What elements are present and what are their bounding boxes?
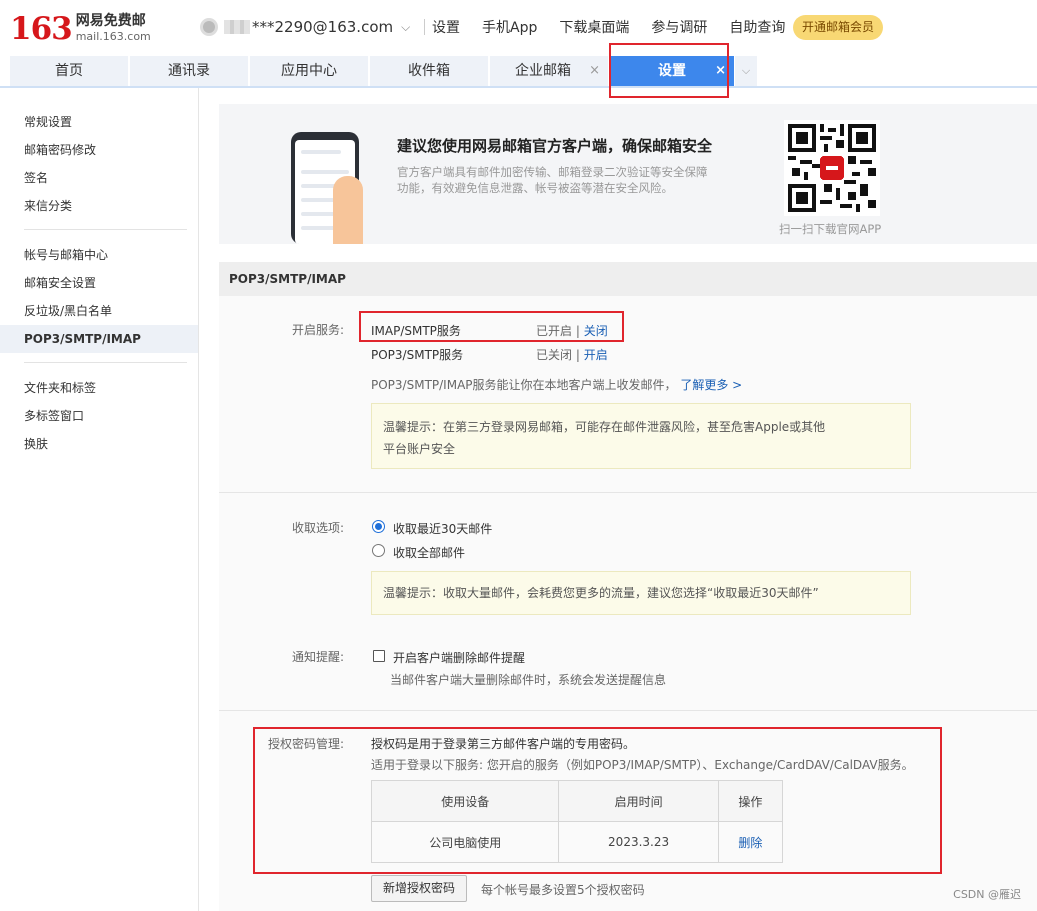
pop3-status: 已关闭 | 开启 xyxy=(536,348,608,362)
nav-mobile-app[interactable]: 手机App xyxy=(482,17,537,37)
logo-title: 网易免费邮 xyxy=(75,13,146,29)
traffic-tip: 温馨提示：收取大量邮件，会耗费您更多的流量，建议您选择“收取最近30天邮件” xyxy=(371,571,911,615)
sidebar-item-password[interactable]: 邮箱密码修改 xyxy=(0,136,198,164)
service-info: POP3/SMTP/IMAP服务能让你在本地客户端上收发邮件， 了解更多 > xyxy=(371,378,743,392)
section-title: POP3/SMTP/IMAP xyxy=(219,262,1037,296)
service-label: 开启服务: xyxy=(291,323,344,337)
auth-limit-note: 每个帐号最多设置5个授权密码 xyxy=(481,883,645,897)
masked-name xyxy=(224,20,250,34)
add-auth-password-button[interactable]: 新增授权密码 xyxy=(371,875,467,902)
pop3-open-link[interactable]: 开启 xyxy=(584,348,608,362)
top-nav: 设置 手机App 下载桌面端 参与调研 自助查询 xyxy=(432,17,807,37)
banner-description: 官方客户端具有邮件加密传输、邮箱登录二次验证等安全保障功能，有效避免信息泄露、帐… xyxy=(397,165,708,195)
highlight-box xyxy=(359,311,624,342)
qr-caption: 扫一扫下载官网APP xyxy=(779,222,882,236)
sidebar-item-account-center[interactable]: 帐号与邮箱中心 xyxy=(0,241,198,269)
nav-download-desktop[interactable]: 下载桌面端 xyxy=(559,17,629,37)
client-banner: 建议您使用网易邮箱官方客户端，确保邮箱安全 官方客户端具有邮件加密传输、邮箱登录… xyxy=(219,104,1037,244)
sidebar: 常规设置 邮箱密码修改 签名 来信分类 帐号与邮箱中心 邮箱安全设置 反垃圾/黑… xyxy=(0,88,199,911)
radio-recent-30[interactable] xyxy=(372,520,385,533)
sidebar-item-antispam[interactable]: 反垃圾/黑白名单 xyxy=(0,297,198,325)
fetch-option-recent[interactable]: 收取最近30天邮件 xyxy=(393,520,492,537)
tab-contacts[interactable]: 通讯录 xyxy=(130,56,249,86)
close-icon[interactable]: × xyxy=(589,56,600,86)
delete-notify-checkbox[interactable] xyxy=(373,650,385,662)
chevron-down-icon[interactable]: ⌵ xyxy=(735,56,757,86)
tab-apps[interactable]: 应用中心 xyxy=(250,56,369,86)
nav-self-service[interactable]: 自助查询 xyxy=(729,17,785,37)
banner-title: 建议您使用网易邮箱官方客户端，确保邮箱安全 xyxy=(397,137,713,155)
sidebar-item-security[interactable]: 邮箱安全设置 xyxy=(0,269,198,297)
divider xyxy=(219,492,1037,493)
highlight-box xyxy=(609,43,729,98)
tab-inbox[interactable]: 收件箱 xyxy=(370,56,489,86)
pop3-service-name: POP3/SMTP服务 xyxy=(371,348,464,362)
notify-description: 当邮件客户端大量删除邮件时，系统会发送提醒信息 xyxy=(390,673,667,687)
avatar xyxy=(200,18,218,36)
learn-more-link[interactable]: 了解更多 > xyxy=(680,378,742,392)
sidebar-item-multitab[interactable]: 多标签窗口 xyxy=(0,402,198,430)
fetch-label: 收取选项: xyxy=(291,521,344,535)
tab-enterprise[interactable]: 企业邮箱 × xyxy=(490,56,609,86)
tab-enterprise-label: 企业邮箱 xyxy=(515,63,571,79)
sidebar-item-folders[interactable]: 文件夹和标签 xyxy=(0,374,198,402)
sidebar-item-pop3[interactable]: POP3/SMTP/IMAP xyxy=(0,325,198,353)
phone-illustration xyxy=(267,118,379,244)
security-tip: 温馨提示：在第三方登录网易邮箱，可能存在邮件泄露风险，甚至危害Apple或其他 … xyxy=(371,403,911,469)
nav-survey[interactable]: 参与调研 xyxy=(651,17,707,37)
divider xyxy=(24,362,187,363)
logo-number: 163 xyxy=(10,11,73,47)
chevron-down-icon[interactable]: ⌵ xyxy=(401,20,410,35)
tab-home[interactable]: 首页 xyxy=(10,56,129,86)
top-bar: 163 网易免费邮 mail.163.com ***2290@163.com ⌵… xyxy=(0,0,1037,56)
vip-button[interactable]: 开通邮箱会员 xyxy=(793,15,883,40)
divider xyxy=(424,19,426,35)
sidebar-item-skin[interactable]: 换肤 xyxy=(0,430,198,458)
watermark: CSDN @雁迟 xyxy=(953,888,1021,901)
qr-code xyxy=(784,120,880,216)
logo-domain: mail.163.com xyxy=(75,30,151,43)
main-content: 建议您使用网易邮箱官方客户端，确保邮箱安全 官方客户端具有邮件加密传输、邮箱登录… xyxy=(219,104,1037,911)
account-email: ***2290@163.com xyxy=(252,18,394,36)
account-switcher[interactable]: ***2290@163.com ⌵ xyxy=(200,17,439,37)
notify-label: 通知提醒: xyxy=(291,650,344,664)
divider xyxy=(24,229,187,230)
fetch-option-all[interactable]: 收取全部邮件 xyxy=(393,544,465,561)
highlight-box xyxy=(253,727,942,874)
delete-notify-option[interactable]: 开启客户端删除邮件提醒 xyxy=(393,649,525,666)
logo[interactable]: 163 网易免费邮 mail.163.com xyxy=(10,12,151,46)
tab-bar: 首页 通讯录 应用中心 收件箱 企业邮箱 × 设置 × ⌵ xyxy=(10,56,1037,86)
sidebar-item-signature[interactable]: 签名 xyxy=(0,164,198,192)
sidebar-item-classify[interactable]: 来信分类 xyxy=(0,192,198,220)
nav-settings[interactable]: 设置 xyxy=(432,17,460,37)
divider xyxy=(219,710,1037,711)
sidebar-item-general[interactable]: 常规设置 xyxy=(0,108,198,136)
pop3-status-text: 已关闭 xyxy=(536,348,573,362)
radio-all[interactable] xyxy=(372,544,385,557)
